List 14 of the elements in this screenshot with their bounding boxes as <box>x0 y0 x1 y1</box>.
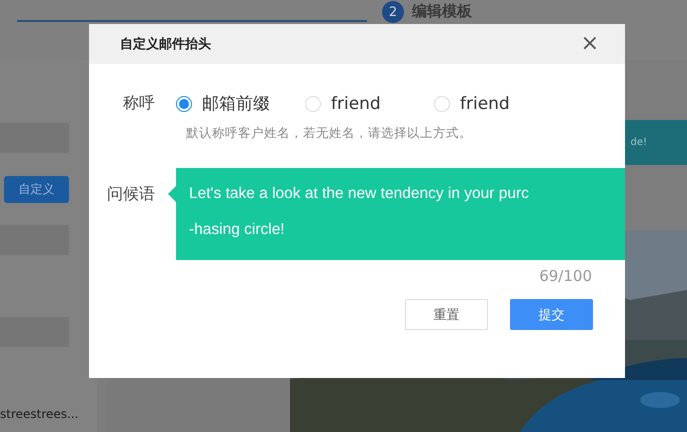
banner-text: de! <box>630 137 647 148</box>
hint-text: 默认称呼客户姓名，若无姓名，请选择以上方式。 <box>186 125 473 142</box>
list-item-text: streestrees... <box>0 407 80 421</box>
step-label: 编辑模板 <box>412 1 472 21</box>
salutation-label: 称呼 <box>123 93 155 114</box>
step-number: 2 <box>382 1 404 23</box>
reset-button[interactable]: 重置 <box>405 299 488 330</box>
option-label[interactable]: friend <box>331 94 381 114</box>
dialog-title: 自定义邮件抬头 <box>120 36 211 53</box>
option-label[interactable]: friend <box>460 94 510 114</box>
character-counter: 69/100 <box>538 267 592 285</box>
option-label[interactable]: 邮箱前缀 <box>202 92 270 115</box>
greeting-label: 问候语 <box>107 184 155 205</box>
radio-button[interactable] <box>176 96 192 112</box>
